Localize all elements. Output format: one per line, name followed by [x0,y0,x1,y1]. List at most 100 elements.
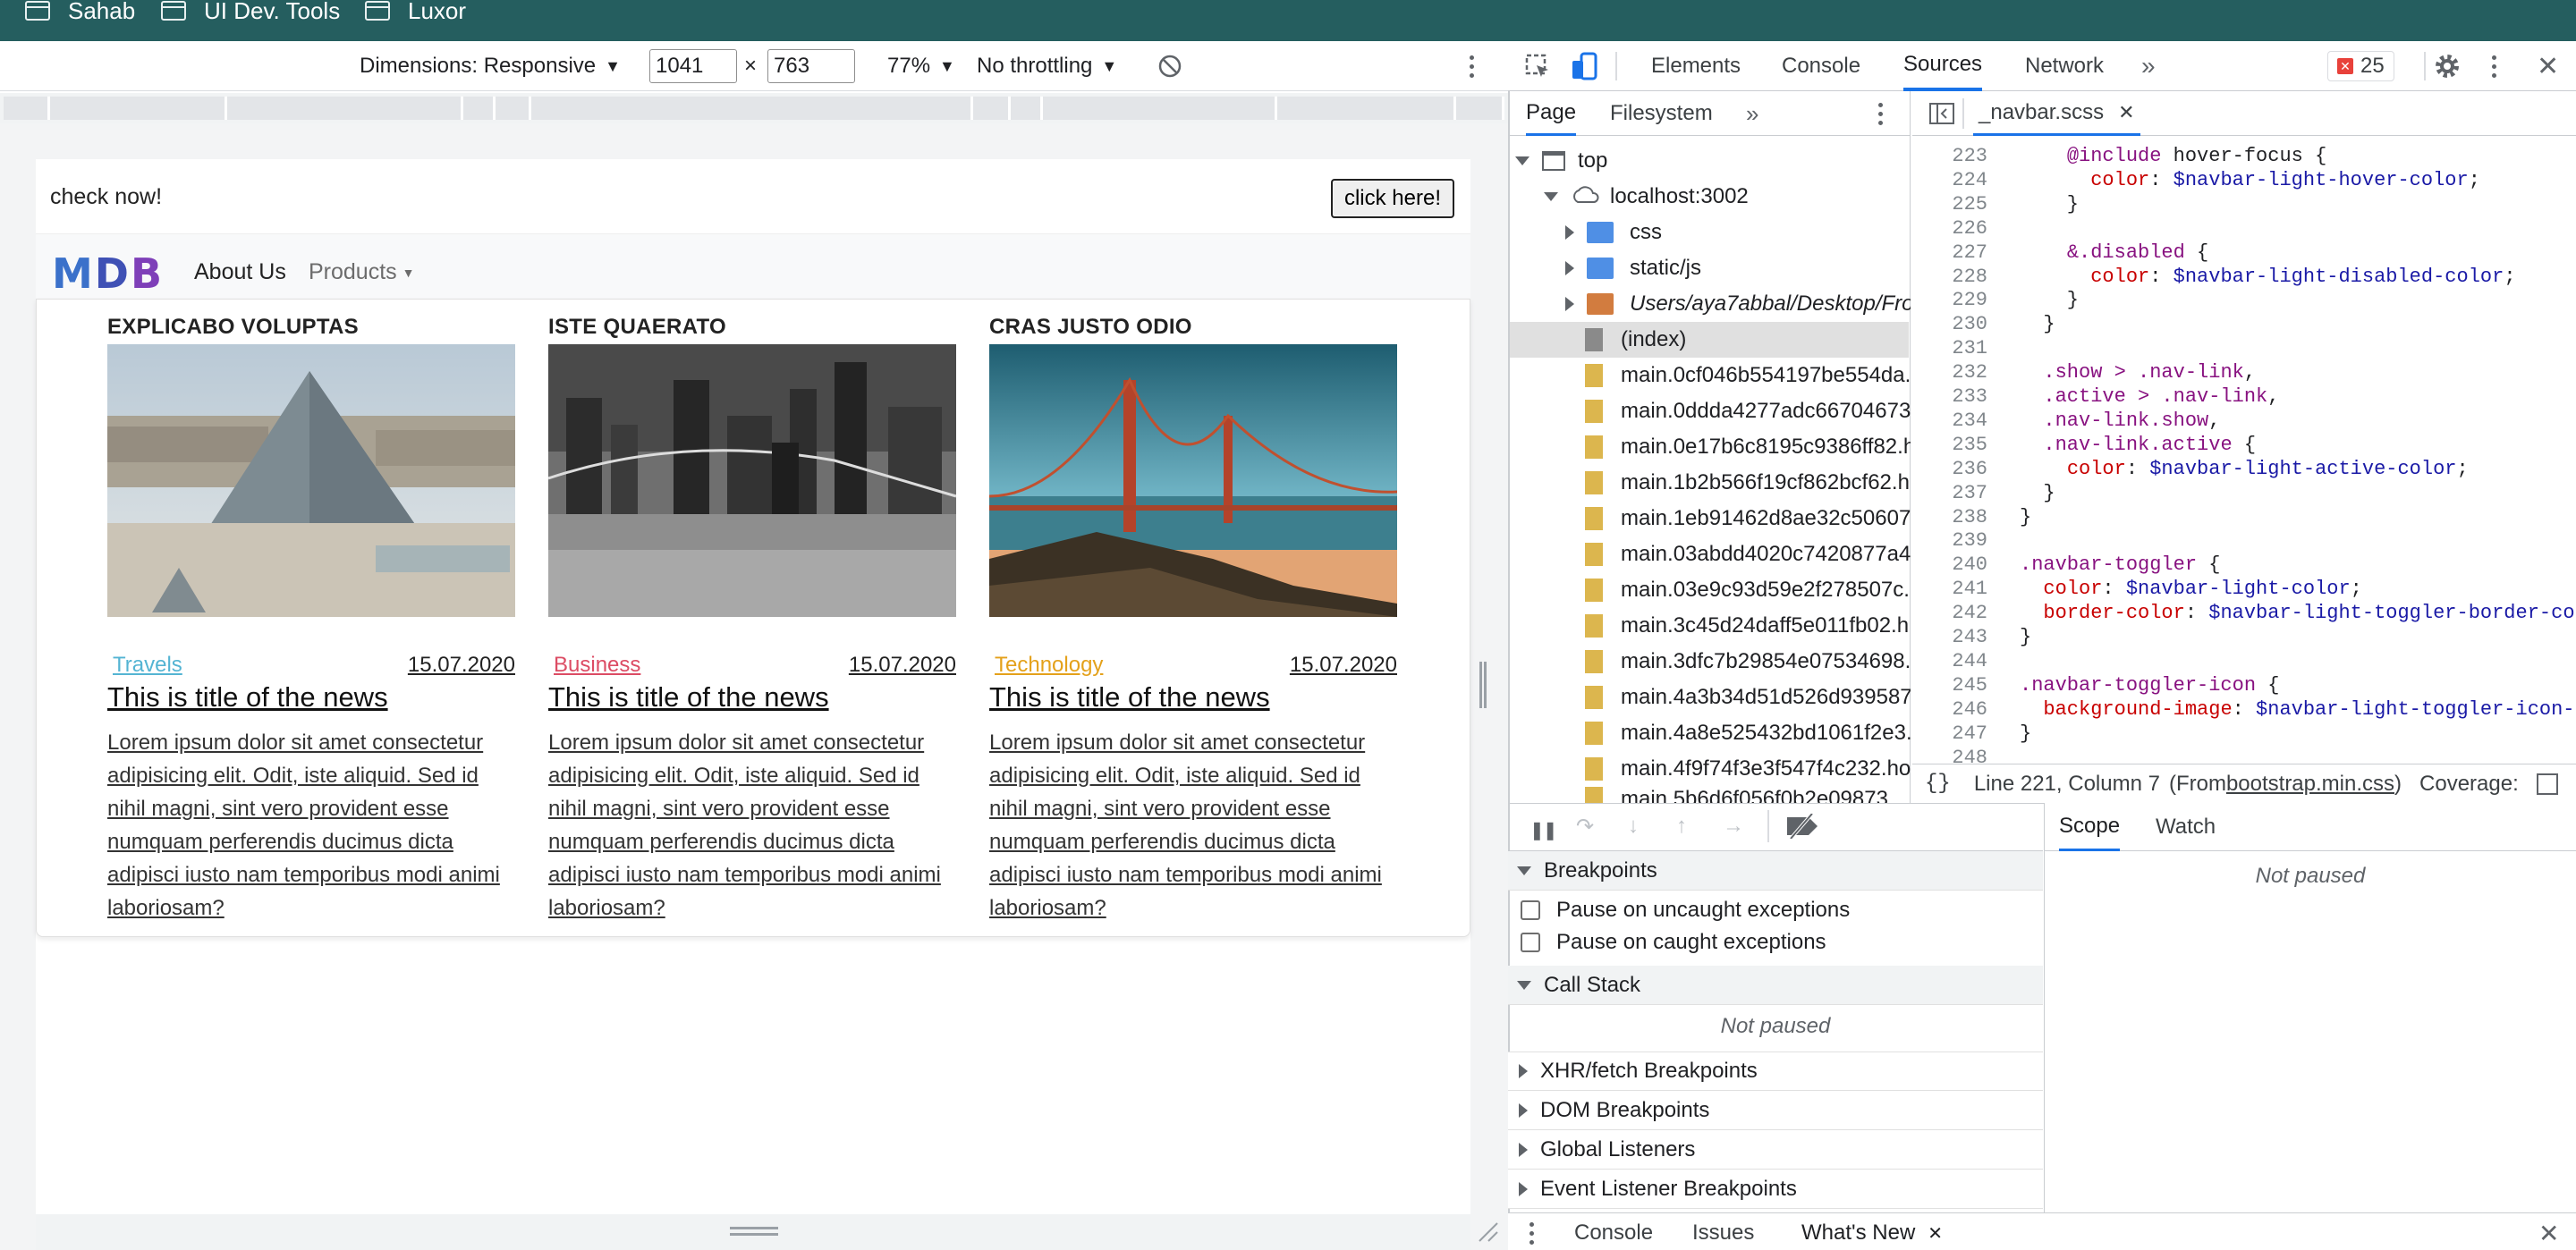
code-line[interactable]: } [2020,482,2574,504]
height-input[interactable]: 763 [767,49,855,83]
viewport-bottom-resizer[interactable] [36,1214,1470,1250]
code-line[interactable]: .show > .nav-link, [2020,361,2574,384]
tree-folder-static-js[interactable]: static/js [1555,250,1701,286]
more-navigator-tabs-icon[interactable]: » [1746,91,1758,136]
navigator-tab-page[interactable]: Page [1526,91,1577,136]
tree-file-item[interactable]: main.4a8e525432bd1061f2e3. [1585,715,1911,751]
devtools-menu-icon[interactable] [2492,41,2497,91]
code-line[interactable]: .navbar-toggler-icon { [2020,674,2574,697]
news-title[interactable]: This is title of the news [989,681,1270,714]
call-stack-section-header[interactable]: Call Stack [1508,966,2043,1005]
tab-elements[interactable]: Elements [1651,41,1741,91]
pause-uncaught-checkbox[interactable]: Pause on uncaught exceptions [1521,898,1850,923]
breakpoints-section-header[interactable]: Breakpoints [1508,851,2043,891]
more-options-icon[interactable] [1470,41,1475,91]
close-devtools-icon[interactable]: ✕ [2537,41,2559,91]
code-line[interactable]: color: $navbar-light-active-color; [2020,458,2574,480]
viewport-side-resizer[interactable] [1479,662,1487,708]
more-tabs-chevron-icon[interactable]: » [2141,41,2156,91]
bookmark-sahab[interactable]: Sahab [25,0,135,24]
nav-products[interactable]: Products ▼ [309,259,415,285]
tree-file-item[interactable]: main.0cf046b554197be554da. [1585,358,1911,393]
device-toggle-icon[interactable] [1571,41,1597,91]
bookmark-luxor[interactable]: Luxor [365,0,466,24]
navigator-tab-filesystem[interactable]: Filesystem [1610,91,1713,136]
mdb-logo[interactable]: MDB [52,253,164,294]
category-link-technology[interactable]: Technology [995,653,1103,678]
drawer-menu-icon[interactable] [1530,1222,1535,1245]
news-title[interactable]: This is title of the news [548,681,829,714]
tree-folder-css[interactable]: css [1555,215,1662,250]
tab-sources[interactable]: Sources [1903,41,1983,91]
category-link-business[interactable]: Business [554,653,640,678]
code-line[interactable]: } [2020,626,2574,648]
tree-file-item[interactable]: main.03e9c93d59e2f278507c. [1585,572,1911,608]
tree-file-item[interactable]: main.3dfc7b29854e07534698. [1585,644,1911,680]
deactivate-breakpoints-icon[interactable] [1785,812,1819,843]
toggle-navigator-icon[interactable] [1928,91,1955,136]
code-line[interactable]: .nav-link.active { [2020,434,2574,456]
step-icon[interactable]: → [1723,814,1744,839]
dom-breakpoints-section[interactable]: DOM Breakpoints [1508,1091,2043,1130]
global-listeners-section[interactable]: Global Listeners [1508,1130,2043,1170]
dimensions-dropdown[interactable]: Dimensions: Responsive ▼ [360,41,621,91]
code-line[interactable]: background-image: $navbar-light-toggler-… [2020,698,2574,721]
news-body[interactable]: Lorem ipsum dolor sit amet consectetur a… [548,726,962,925]
code-line[interactable]: .active > .nav-link, [2020,385,2574,408]
code-line[interactable]: } [2020,722,2574,745]
category-link-travels[interactable]: Travels [113,653,182,678]
code-line[interactable]: } [2020,289,2574,311]
close-tab-icon[interactable]: ✕ [2118,101,2134,124]
tree-file-item[interactable]: main.3c45d24daff5e011fb02.h [1585,608,1911,644]
news-body[interactable]: Lorem ipsum dolor sit amet consectetur a… [989,726,1402,925]
tree-file-item[interactable]: main.0e17b6c8195c9386ff82.h [1585,429,1911,465]
code-line[interactable]: color: $navbar-light-disabled-color; [2020,266,2574,288]
louvre-image[interactable] [107,344,515,617]
tab-scope[interactable]: Scope [2059,803,2121,851]
code-line[interactable]: &.disabled { [2020,241,2574,264]
rotate-icon[interactable] [1157,41,1182,91]
news-body[interactable]: Lorem ipsum dolor sit amet consectetur a… [107,726,521,925]
tree-file-item[interactable]: main.1eb91462d8ae32c50607 [1585,501,1911,536]
xhr-breakpoints-section[interactable]: XHR/fetch Breakpoints [1508,1052,2043,1091]
throttling-dropdown[interactable]: No throttling ▼ [977,41,1117,91]
source-map-link[interactable]: bootstrap.min.css [2226,772,2394,797]
settings-gear-icon[interactable] [2433,41,2462,91]
drawer-tab-whats-new[interactable]: What's New ✕ [1801,1220,1943,1246]
error-badge[interactable]: ✕ 25 [2327,41,2394,91]
nav-about-us[interactable]: About Us [194,259,286,285]
navigator-menu-icon[interactable] [1878,91,1884,136]
drawer-tab-console[interactable]: Console [1574,1220,1653,1246]
drawer-tab-issues[interactable]: Issues [1692,1220,1754,1246]
pause-caught-checkbox[interactable]: Pause on caught exceptions [1521,930,1826,955]
code-line[interactable]: } [2020,193,2574,215]
close-drawer-icon[interactable]: ✕ [2538,1219,2559,1248]
tree-folder-users[interactable]: Users/aya7abbal/Desktop/Fron [1555,286,1911,322]
tree-file-item[interactable]: main.5b6d6f056f0b2e09873 [1585,787,1911,803]
tree-item-top[interactable]: top [1515,143,1607,179]
news-title[interactable]: This is title of the news [107,681,388,714]
tree-file-item[interactable]: main.4f9f74f3e3f547f4c232.ho [1585,751,1911,787]
width-input[interactable]: 1041 [649,49,737,83]
tab-console[interactable]: Console [1782,41,1860,91]
code-line[interactable]: color: $navbar-light-color; [2020,578,2574,600]
code-line[interactable]: } [2020,313,2574,335]
tree-item-host[interactable]: localhost:3002 [1535,179,1749,215]
corner-resize-icon[interactable] [1478,1221,1499,1243]
event-listener-breakpoints-section[interactable]: Event Listener Breakpoints [1508,1170,2043,1209]
media-query-ruler[interactable] [0,93,1508,123]
tab-network[interactable]: Network [2025,41,2104,91]
step-over-icon[interactable]: ↷ [1576,814,1594,840]
step-out-icon[interactable]: ↑ [1676,814,1687,839]
code-line[interactable]: @include hover-focus { [2020,145,2574,167]
step-into-icon[interactable]: ↓ [1628,814,1639,839]
tree-file-item[interactable]: main.4a3b34d51d526d939587 [1585,680,1911,715]
tree-file-index[interactable]: (index) [1585,322,1686,358]
tree-file-item[interactable]: main.1b2b566f19cf862bcf62.h [1585,465,1911,501]
golden-gate-image[interactable] [989,344,1397,617]
code-line[interactable]: color: $navbar-light-hover-color; [2020,169,2574,191]
click-here-button[interactable]: click here! [1331,179,1454,218]
code-line[interactable]: } [2020,506,2574,528]
code-line[interactable]: border-color: $navbar-light-toggler-bord… [2020,602,2574,624]
editor-tab-navbar-scss[interactable]: _navbar.scss ✕ [1973,91,2140,136]
